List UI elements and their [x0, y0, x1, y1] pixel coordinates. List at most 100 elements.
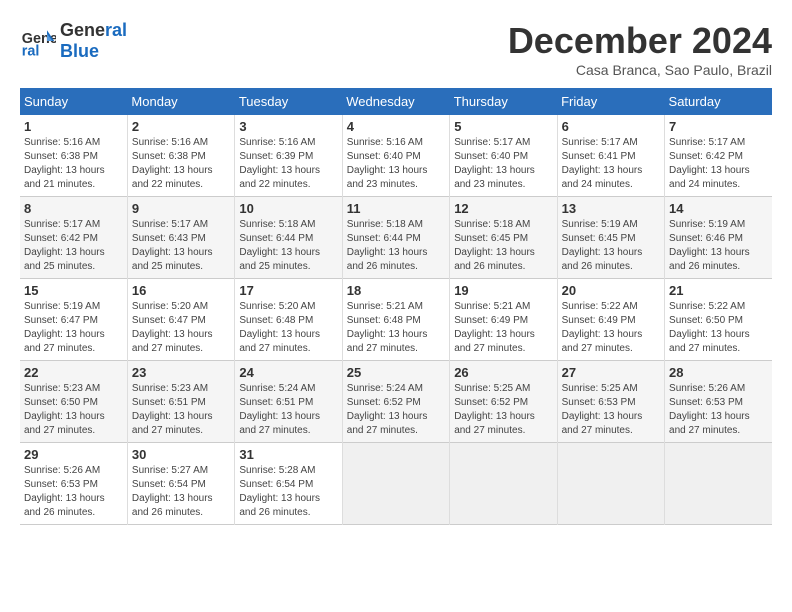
calendar-cell: 5 Sunrise: 5:17 AMSunset: 6:40 PMDayligh…	[450, 115, 557, 197]
calendar-cell	[342, 443, 449, 525]
calendar-cell	[557, 443, 664, 525]
day-number: 19	[454, 283, 552, 298]
logo-icon: Gene ral	[20, 23, 56, 59]
day-number: 10	[239, 201, 337, 216]
day-number: 4	[347, 119, 445, 134]
calendar-cell: 29 Sunrise: 5:26 AMSunset: 6:53 PMDaylig…	[20, 443, 127, 525]
calendar-cell: 18 Sunrise: 5:21 AMSunset: 6:48 PMDaylig…	[342, 279, 449, 361]
day-number: 21	[669, 283, 768, 298]
day-number: 29	[24, 447, 123, 462]
day-detail: Sunrise: 5:22 AMSunset: 6:50 PMDaylight:…	[669, 300, 768, 356]
logo: Gene ral General Blue	[20, 20, 127, 62]
svg-text:ral: ral	[22, 43, 40, 59]
page-header: Gene ral General Blue December 2024 Casa…	[20, 20, 772, 78]
day-detail: Sunrise: 5:19 AMSunset: 6:45 PMDaylight:…	[562, 218, 660, 274]
day-detail: Sunrise: 5:23 AMSunset: 6:51 PMDaylight:…	[132, 382, 230, 438]
calendar-cell: 11 Sunrise: 5:18 AMSunset: 6:44 PMDaylig…	[342, 197, 449, 279]
day-detail: Sunrise: 5:19 AMSunset: 6:47 PMDaylight:…	[24, 300, 123, 356]
day-number: 11	[347, 201, 445, 216]
col-header-wednesday: Wednesday	[342, 88, 449, 115]
calendar-cell: 27 Sunrise: 5:25 AMSunset: 6:53 PMDaylig…	[557, 361, 664, 443]
day-number: 27	[562, 365, 660, 380]
day-number: 30	[132, 447, 230, 462]
calendar-cell: 10 Sunrise: 5:18 AMSunset: 6:44 PMDaylig…	[235, 197, 342, 279]
day-number: 15	[24, 283, 123, 298]
calendar-cell: 16 Sunrise: 5:20 AMSunset: 6:47 PMDaylig…	[127, 279, 234, 361]
calendar-cell: 13 Sunrise: 5:19 AMSunset: 6:45 PMDaylig…	[557, 197, 664, 279]
calendar-cell	[450, 443, 557, 525]
day-detail: Sunrise: 5:27 AMSunset: 6:54 PMDaylight:…	[132, 464, 230, 520]
day-number: 3	[239, 119, 337, 134]
week-row-2: 8 Sunrise: 5:17 AMSunset: 6:42 PMDayligh…	[20, 197, 772, 279]
week-row-1: 1 Sunrise: 5:16 AMSunset: 6:38 PMDayligh…	[20, 115, 772, 197]
day-number: 26	[454, 365, 552, 380]
day-number: 7	[669, 119, 768, 134]
month-title: December 2024	[508, 20, 772, 62]
col-header-friday: Friday	[557, 88, 664, 115]
day-detail: Sunrise: 5:24 AMSunset: 6:52 PMDaylight:…	[347, 382, 445, 438]
day-detail: Sunrise: 5:26 AMSunset: 6:53 PMDaylight:…	[669, 382, 768, 438]
day-detail: Sunrise: 5:17 AMSunset: 6:42 PMDaylight:…	[24, 218, 123, 274]
day-number: 17	[239, 283, 337, 298]
week-row-5: 29 Sunrise: 5:26 AMSunset: 6:53 PMDaylig…	[20, 443, 772, 525]
calendar-cell: 26 Sunrise: 5:25 AMSunset: 6:52 PMDaylig…	[450, 361, 557, 443]
day-detail: Sunrise: 5:26 AMSunset: 6:53 PMDaylight:…	[24, 464, 123, 520]
day-detail: Sunrise: 5:16 AMSunset: 6:38 PMDaylight:…	[24, 136, 123, 192]
day-detail: Sunrise: 5:17 AMSunset: 6:41 PMDaylight:…	[562, 136, 660, 192]
day-number: 6	[562, 119, 660, 134]
day-number: 1	[24, 119, 123, 134]
col-header-sunday: Sunday	[20, 88, 127, 115]
calendar-cell: 24 Sunrise: 5:24 AMSunset: 6:51 PMDaylig…	[235, 361, 342, 443]
day-number: 12	[454, 201, 552, 216]
calendar-cell	[665, 443, 772, 525]
day-number: 9	[132, 201, 230, 216]
day-detail: Sunrise: 5:16 AMSunset: 6:38 PMDaylight:…	[132, 136, 230, 192]
calendar-cell: 25 Sunrise: 5:24 AMSunset: 6:52 PMDaylig…	[342, 361, 449, 443]
day-number: 5	[454, 119, 552, 134]
day-detail: Sunrise: 5:18 AMSunset: 6:44 PMDaylight:…	[239, 218, 337, 274]
logo-line2: Blue	[60, 41, 127, 62]
calendar-cell: 4 Sunrise: 5:16 AMSunset: 6:40 PMDayligh…	[342, 115, 449, 197]
day-number: 2	[132, 119, 230, 134]
day-detail: Sunrise: 5:24 AMSunset: 6:51 PMDaylight:…	[239, 382, 337, 438]
day-detail: Sunrise: 5:25 AMSunset: 6:52 PMDaylight:…	[454, 382, 552, 438]
calendar-cell: 15 Sunrise: 5:19 AMSunset: 6:47 PMDaylig…	[20, 279, 127, 361]
calendar-cell: 2 Sunrise: 5:16 AMSunset: 6:38 PMDayligh…	[127, 115, 234, 197]
day-detail: Sunrise: 5:19 AMSunset: 6:46 PMDaylight:…	[669, 218, 768, 274]
day-detail: Sunrise: 5:16 AMSunset: 6:40 PMDaylight:…	[347, 136, 445, 192]
calendar-cell: 19 Sunrise: 5:21 AMSunset: 6:49 PMDaylig…	[450, 279, 557, 361]
calendar-cell: 1 Sunrise: 5:16 AMSunset: 6:38 PMDayligh…	[20, 115, 127, 197]
day-detail: Sunrise: 5:20 AMSunset: 6:47 PMDaylight:…	[132, 300, 230, 356]
calendar-cell: 14 Sunrise: 5:19 AMSunset: 6:46 PMDaylig…	[665, 197, 772, 279]
day-number: 14	[669, 201, 768, 216]
day-number: 20	[562, 283, 660, 298]
calendar-cell: 31 Sunrise: 5:28 AMSunset: 6:54 PMDaylig…	[235, 443, 342, 525]
title-block: December 2024 Casa Branca, Sao Paulo, Br…	[508, 20, 772, 78]
week-row-4: 22 Sunrise: 5:23 AMSunset: 6:50 PMDaylig…	[20, 361, 772, 443]
calendar-cell: 17 Sunrise: 5:20 AMSunset: 6:48 PMDaylig…	[235, 279, 342, 361]
day-detail: Sunrise: 5:18 AMSunset: 6:45 PMDaylight:…	[454, 218, 552, 274]
day-number: 25	[347, 365, 445, 380]
day-detail: Sunrise: 5:21 AMSunset: 6:48 PMDaylight:…	[347, 300, 445, 356]
calendar-cell: 7 Sunrise: 5:17 AMSunset: 6:42 PMDayligh…	[665, 115, 772, 197]
calendar-cell: 8 Sunrise: 5:17 AMSunset: 6:42 PMDayligh…	[20, 197, 127, 279]
location: Casa Branca, Sao Paulo, Brazil	[508, 62, 772, 78]
day-detail: Sunrise: 5:18 AMSunset: 6:44 PMDaylight:…	[347, 218, 445, 274]
day-detail: Sunrise: 5:22 AMSunset: 6:49 PMDaylight:…	[562, 300, 660, 356]
header-row: SundayMondayTuesdayWednesdayThursdayFrid…	[20, 88, 772, 115]
day-detail: Sunrise: 5:23 AMSunset: 6:50 PMDaylight:…	[24, 382, 123, 438]
calendar-cell: 12 Sunrise: 5:18 AMSunset: 6:45 PMDaylig…	[450, 197, 557, 279]
calendar-cell: 9 Sunrise: 5:17 AMSunset: 6:43 PMDayligh…	[127, 197, 234, 279]
day-number: 31	[239, 447, 337, 462]
day-detail: Sunrise: 5:28 AMSunset: 6:54 PMDaylight:…	[239, 464, 337, 520]
day-number: 23	[132, 365, 230, 380]
calendar-cell: 22 Sunrise: 5:23 AMSunset: 6:50 PMDaylig…	[20, 361, 127, 443]
day-detail: Sunrise: 5:16 AMSunset: 6:39 PMDaylight:…	[239, 136, 337, 192]
day-detail: Sunrise: 5:17 AMSunset: 6:42 PMDaylight:…	[669, 136, 768, 192]
day-detail: Sunrise: 5:17 AMSunset: 6:40 PMDaylight:…	[454, 136, 552, 192]
logo-line1: General	[60, 20, 127, 41]
col-header-tuesday: Tuesday	[235, 88, 342, 115]
col-header-saturday: Saturday	[665, 88, 772, 115]
day-number: 18	[347, 283, 445, 298]
day-detail: Sunrise: 5:21 AMSunset: 6:49 PMDaylight:…	[454, 300, 552, 356]
